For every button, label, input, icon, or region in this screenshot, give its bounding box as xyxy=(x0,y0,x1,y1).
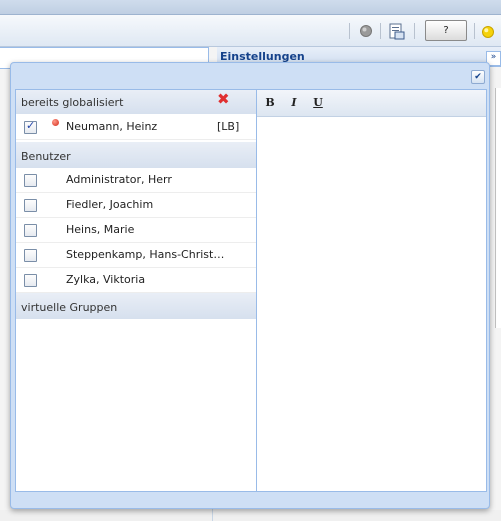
dialog-header: ✔ xyxy=(11,63,489,87)
confirm-tool-icon[interactable]: ✔ xyxy=(471,70,485,84)
globalized-group-label: bereits globalisiert xyxy=(21,96,124,109)
list-item-user[interactable]: Zylka, Viktoria xyxy=(16,268,257,293)
status-red-dot-icon xyxy=(52,119,59,126)
globalize-dialog: ✔ bereits globalisiert ✖ Neumann, Heinz … xyxy=(10,62,490,509)
list-item-user[interactable]: Heins, Marie xyxy=(16,218,257,243)
user-tag: [LB] xyxy=(217,120,240,133)
main-toolbar: ? xyxy=(0,15,501,47)
virtual-groups-label: virtuelle Gruppen xyxy=(21,301,118,314)
user-name: Heins, Marie xyxy=(66,223,135,236)
users-group-header: Benutzer xyxy=(16,142,257,168)
globalized-group-header: bereits globalisiert ✖ xyxy=(16,90,257,114)
text-editor: B I U xyxy=(256,89,487,492)
bold-button[interactable]: B xyxy=(263,96,277,110)
status-gray-icon[interactable] xyxy=(359,24,373,38)
list-item-globalized[interactable]: Neumann, Heinz [LB] xyxy=(16,115,257,140)
list-item-user[interactable]: Steppenkamp, Hans-Christ… xyxy=(16,243,257,268)
print-preview-icon[interactable] xyxy=(388,23,406,40)
background-bottom xyxy=(0,510,501,521)
list-item-user[interactable]: Fiedler, Joachim xyxy=(16,193,257,218)
toolbar-separator xyxy=(380,23,381,39)
editor-text-area[interactable] xyxy=(257,117,486,491)
user-selection-panel: bereits globalisiert ✖ Neumann, Heinz [L… xyxy=(15,89,258,492)
user-name: Administrator, Herr xyxy=(66,173,172,186)
checkbox[interactable] xyxy=(24,174,37,187)
delete-icon[interactable]: ✖ xyxy=(217,90,230,108)
toolbar-separator xyxy=(349,23,350,39)
help-button[interactable]: ? xyxy=(425,20,467,41)
toolbar-separator xyxy=(474,23,475,39)
checkbox[interactable] xyxy=(24,274,37,287)
virtual-groups-header: virtuelle Gruppen xyxy=(16,293,257,319)
user-name: Zylka, Viktoria xyxy=(66,273,146,286)
user-name: Neumann, Heinz xyxy=(66,120,158,133)
background-right-edge xyxy=(495,88,501,328)
app-top-strip xyxy=(0,0,501,15)
toolbar-separator xyxy=(414,23,415,39)
status-yellow-icon[interactable] xyxy=(481,25,495,39)
dialog-footer xyxy=(11,491,489,508)
users-group-label: Benutzer xyxy=(21,150,71,163)
checkbox[interactable] xyxy=(24,199,37,212)
italic-button[interactable]: I xyxy=(287,96,301,110)
editor-toolbar: B I U xyxy=(257,90,486,117)
underline-button[interactable]: U xyxy=(311,96,325,110)
checkbox[interactable] xyxy=(24,224,37,237)
checkbox[interactable] xyxy=(24,249,37,262)
user-name: Steppenkamp, Hans-Christ… xyxy=(66,248,225,261)
checkbox-checked[interactable] xyxy=(24,119,37,134)
user-name: Fiedler, Joachim xyxy=(66,198,154,211)
list-item-user[interactable]: Administrator, Herr xyxy=(16,168,257,193)
